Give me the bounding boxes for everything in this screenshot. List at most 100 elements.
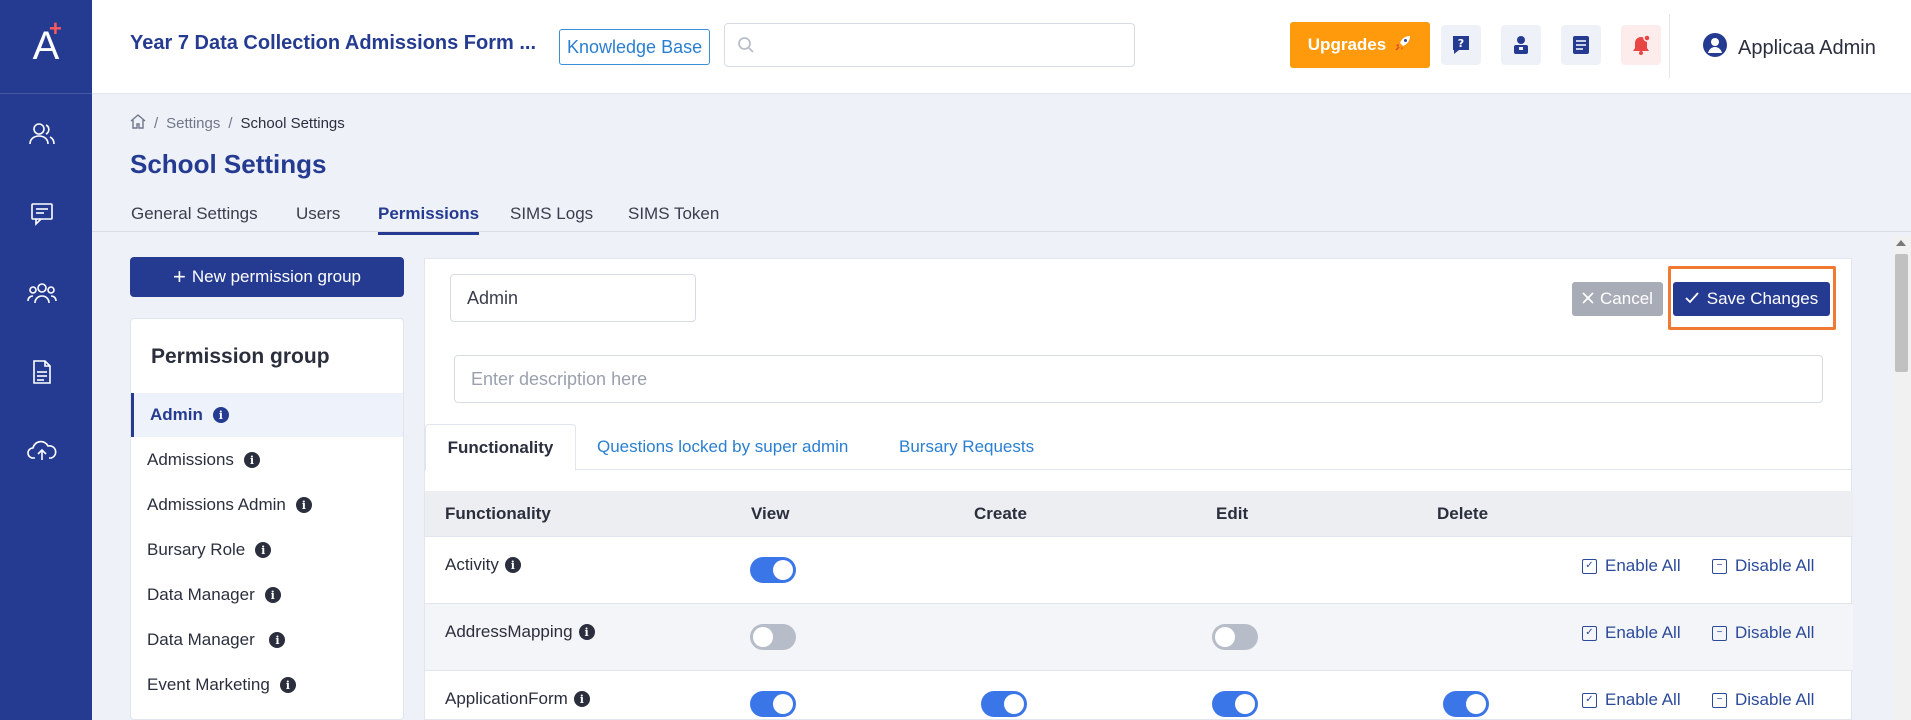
enable-all-button[interactable]: ✓ Enable All: [1582, 623, 1681, 643]
col-delete: Delete: [1437, 503, 1489, 523]
group-item-label: Event Marketing: [147, 675, 270, 694]
form-title[interactable]: Year 7 Data Collection Admissions Form .…: [130, 32, 540, 55]
table-header: Functionality View Create Edit Delete: [425, 491, 1853, 537]
knowledge-base-button[interactable]: Knowledge Base: [559, 29, 711, 65]
checkbox-checked-icon: ✓: [1582, 692, 1597, 708]
tab-general-settings[interactable]: General Settings: [131, 204, 258, 232]
view-toggle[interactable]: [750, 557, 796, 583]
info-icon[interactable]: i: [212, 407, 229, 423]
row-name-text: AddressMapping: [445, 622, 573, 641]
topbar-divider: [1669, 14, 1670, 78]
group-item-admissions-admin[interactable]: Admissions Admin i: [131, 483, 403, 527]
group-item-admissions[interactable]: Admissions i: [131, 438, 403, 482]
create-toggle[interactable]: [981, 691, 1027, 717]
user-name: Applicaa Admin: [1738, 36, 1876, 59]
group-item-label: Admissions: [147, 450, 234, 469]
search-icon: [737, 36, 755, 59]
permission-group-heading: Permission group: [151, 345, 330, 368]
settings-tabs: General Settings Users Permissions SIMS …: [92, 196, 1911, 235]
info-icon[interactable]: i: [264, 587, 281, 603]
view-toggle[interactable]: [750, 624, 796, 650]
info-icon[interactable]: i: [504, 557, 521, 573]
disable-all-button[interactable]: − Disable All: [1712, 690, 1814, 710]
edit-toggle[interactable]: [1212, 691, 1258, 717]
users-icon[interactable]: [26, 118, 58, 150]
info-icon[interactable]: i: [255, 542, 272, 558]
home-icon[interactable]: [130, 114, 146, 133]
info-icon[interactable]: i: [243, 452, 260, 468]
description-input[interactable]: Enter description here: [454, 355, 1823, 403]
user-menu[interactable]: Applicaa Admin: [1702, 32, 1876, 64]
tab-permissions[interactable]: Permissions: [378, 204, 480, 235]
disable-all-button[interactable]: − Disable All: [1712, 623, 1814, 643]
scroll-up-arrow-icon[interactable]: [1896, 240, 1906, 246]
group-item-admin[interactable]: Admin i: [131, 393, 403, 437]
col-create: Create: [974, 503, 1027, 523]
subtab-questions-locked[interactable]: Questions locked by super admin: [597, 424, 848, 470]
group-icon[interactable]: [26, 277, 58, 309]
info-icon[interactable]: i: [573, 691, 590, 707]
check-icon: [1685, 289, 1699, 309]
checkbox-minus-icon: −: [1712, 558, 1727, 574]
breadcrumb: / Settings / School Settings: [130, 114, 345, 133]
save-changes-label: Save Changes: [1706, 289, 1819, 308]
delete-toggle[interactable]: [1443, 691, 1489, 717]
left-rail: A +: [0, 0, 92, 720]
enable-all-button[interactable]: ✓ Enable All: [1582, 690, 1681, 710]
top-bar: Year 7 Data Collection Admissions Form .…: [92, 0, 1911, 94]
group-item-label: Admissions Admin: [147, 495, 286, 514]
notes-icon[interactable]: [1561, 25, 1601, 65]
col-functionality: Functionality: [445, 503, 551, 523]
subtab-bursary-requests[interactable]: Bursary Requests: [899, 424, 1034, 470]
app-logo[interactable]: A +: [0, 0, 92, 94]
info-icon[interactable]: i: [295, 497, 312, 513]
user-support-icon[interactable]: [1501, 25, 1541, 65]
upgrades-button[interactable]: Upgrades: [1290, 22, 1430, 68]
info-icon[interactable]: i: [269, 632, 286, 648]
group-item-event-marketing[interactable]: Event Marketing i: [131, 663, 403, 707]
notification-bell-icon[interactable]: [1621, 25, 1661, 65]
breadcrumb-settings[interactable]: Settings: [166, 115, 220, 132]
col-edit: Edit: [1216, 503, 1249, 523]
disable-all-button[interactable]: − Disable All: [1712, 556, 1814, 576]
col-view: View: [751, 503, 790, 523]
disable-all-label: Disable All: [1735, 556, 1815, 575]
tab-users[interactable]: Users: [296, 204, 340, 232]
search-input[interactable]: [724, 23, 1135, 67]
checkbox-checked-icon: ✓: [1582, 558, 1597, 574]
tab-sims-logs[interactable]: SIMS Logs: [510, 204, 593, 232]
subtab-functionality[interactable]: Functionality: [425, 424, 576, 471]
new-permission-group-label: New permission group: [191, 267, 361, 286]
checkbox-checked-icon: ✓: [1582, 625, 1597, 641]
disable-all-label: Disable All: [1735, 690, 1815, 709]
edit-toggle[interactable]: [1212, 624, 1258, 650]
view-toggle[interactable]: [750, 691, 796, 717]
disable-all-label: Disable All: [1735, 623, 1815, 642]
group-item-data-manager[interactable]: Data Manager i: [131, 573, 403, 617]
scrollbar-thumb[interactable]: [1895, 254, 1908, 372]
help-icon[interactable]: ?: [1441, 25, 1481, 65]
info-icon[interactable]: i: [279, 677, 296, 693]
row-name-text: ApplicationForm: [445, 689, 568, 708]
group-item-bursary-role[interactable]: Bursary Role i: [131, 528, 403, 572]
group-name-input[interactable]: Admin: [450, 274, 696, 322]
cloud-upload-icon[interactable]: [26, 434, 58, 466]
editor-sub-tabs: Functionality Questions locked by super …: [425, 424, 1853, 471]
permission-group-panel: Permission group Admin i Admissions i Ad…: [130, 318, 404, 720]
enable-all-label: Enable All: [1605, 556, 1681, 575]
group-item-label: Data Manager: [147, 585, 255, 604]
cancel-button[interactable]: Cancel: [1572, 282, 1663, 316]
new-permission-group-button[interactable]: + New permission group: [130, 257, 404, 297]
user-avatar-icon: [1702, 32, 1728, 64]
tab-sims-token[interactable]: SIMS Token: [628, 204, 719, 232]
info-icon[interactable]: i: [578, 624, 595, 640]
checkbox-minus-icon: −: [1712, 692, 1727, 708]
enable-all-button[interactable]: ✓ Enable All: [1582, 556, 1681, 576]
group-item-label: Admin: [150, 405, 203, 424]
document-icon[interactable]: [26, 356, 58, 388]
group-item-label: Bursary Role: [147, 540, 246, 559]
save-changes-button[interactable]: Save Changes: [1673, 282, 1830, 316]
group-item-data-manager-2[interactable]: Data Manager i: [131, 618, 403, 662]
table-row: AddressMapping i ✓ Enable All − Disable All: [425, 604, 1853, 671]
message-icon[interactable]: [26, 198, 58, 230]
